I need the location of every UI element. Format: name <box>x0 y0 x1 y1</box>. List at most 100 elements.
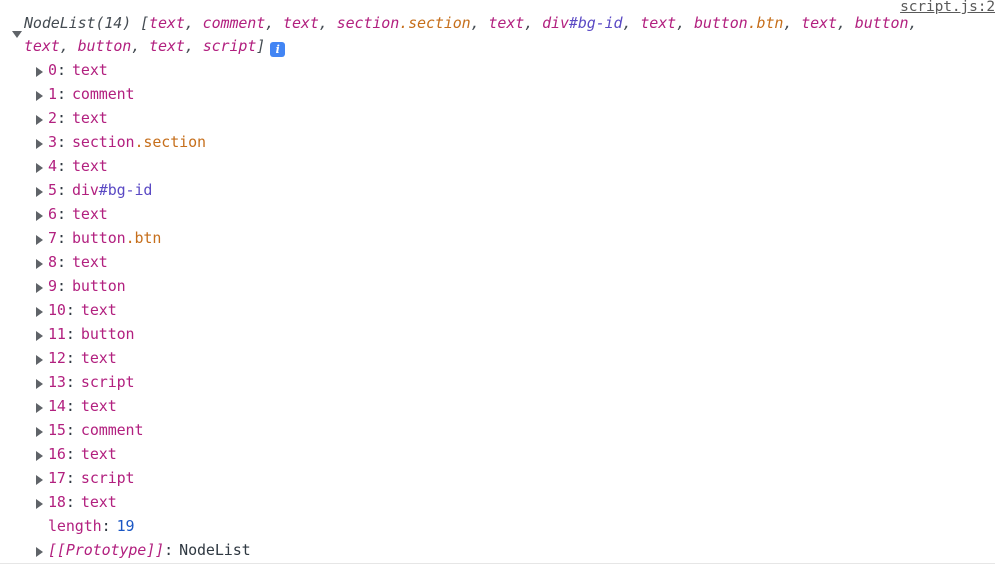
row-value: section.section <box>72 133 206 151</box>
preview-item-tag: text <box>488 14 525 32</box>
chevron-right-icon[interactable] <box>36 355 43 365</box>
row-node-tag: text <box>80 349 117 367</box>
row-colon: : <box>56 133 66 151</box>
row-value: NodeList <box>179 541 251 559</box>
row-node-tag: text <box>71 157 108 175</box>
property-row[interactable]: 14: text <box>0 394 995 418</box>
preview-separator: , <box>131 37 150 55</box>
chevron-right-icon[interactable] <box>36 427 43 437</box>
row-node-tag: script <box>80 373 135 391</box>
property-row[interactable]: 4: text <box>0 154 995 178</box>
row-value: text <box>72 61 108 79</box>
preview-item-tag: button <box>77 37 132 55</box>
row-value: text <box>72 157 108 175</box>
preview-item-tag: text <box>640 14 677 32</box>
property-row[interactable]: 17: script <box>0 466 995 490</box>
chevron-right-icon[interactable] <box>36 163 43 173</box>
row-node-tag: button <box>71 277 126 295</box>
chevron-right-icon[interactable] <box>36 67 43 77</box>
property-row[interactable]: 15: comment <box>0 418 995 442</box>
row-node-tag: text <box>80 493 117 511</box>
property-row[interactable]: [[Prototype]]: NodeList <box>0 538 995 562</box>
property-row[interactable]: 11: button <box>0 322 995 346</box>
chevron-right-icon[interactable] <box>36 475 43 485</box>
preview-separator: , <box>783 14 802 32</box>
chevron-right-icon[interactable] <box>36 235 43 245</box>
row-key: 11 <box>48 325 66 343</box>
row-key: 17 <box>48 469 66 487</box>
preview-separator: , <box>470 14 489 32</box>
chevron-right-icon[interactable] <box>36 91 43 101</box>
row-key: 12 <box>48 349 66 367</box>
property-row[interactable]: 5: div#bg-id <box>0 178 995 202</box>
row-node-tag: text <box>71 253 108 271</box>
property-row[interactable]: 1: comment <box>0 82 995 106</box>
property-row[interactable]: 6: text <box>0 202 995 226</box>
row-value: text <box>72 253 108 271</box>
chevron-right-icon[interactable] <box>36 283 43 293</box>
preview-close-bracket: ] <box>256 37 266 55</box>
row-value: button.btn <box>72 229 161 247</box>
row-key: [[Prototype]] <box>48 541 165 559</box>
console-group-header[interactable]: NodeList(14) [text, comment, text, secti… <box>0 12 995 58</box>
property-row[interactable]: 10: text <box>0 298 995 322</box>
row-value: text <box>81 493 117 511</box>
property-row[interactable]: 2: text <box>0 106 995 130</box>
preview-separator: , <box>184 14 203 32</box>
chevron-right-icon[interactable] <box>36 187 43 197</box>
row-node-tag: text <box>80 301 117 319</box>
row-colon: : <box>56 229 66 247</box>
row-node-tag: div <box>71 181 99 199</box>
row-key: 13 <box>48 373 66 391</box>
property-row[interactable]: 7: button.btn <box>0 226 995 250</box>
property-row[interactable]: 8: text <box>0 250 995 274</box>
info-icon[interactable]: i <box>270 42 286 57</box>
row-key: 7 <box>48 229 57 247</box>
row-colon: : <box>101 517 111 535</box>
property-row[interactable]: 9: button <box>0 274 995 298</box>
chevron-right-icon[interactable] <box>36 499 43 509</box>
preview-separator: , <box>524 14 543 32</box>
chevron-right-icon[interactable] <box>36 379 43 389</box>
preview-item-tag: text <box>283 14 319 32</box>
property-row[interactable]: 13: script <box>0 370 995 394</box>
row-colon: : <box>56 85 66 103</box>
row-node-tag: text <box>80 445 117 463</box>
property-row[interactable]: 0: text <box>0 58 995 82</box>
chevron-right-icon[interactable] <box>36 451 43 461</box>
property-row[interactable]: length: 19 <box>0 514 995 538</box>
row-key: 2 <box>48 109 57 127</box>
row-colon: : <box>65 469 75 487</box>
property-row-list: 0: text 1: comment 2: text 3: section.section 4:… <box>0 58 995 562</box>
row-node-tag: comment <box>80 421 144 439</box>
row-key: 14 <box>48 397 66 415</box>
property-row[interactable]: 16: text <box>0 442 995 466</box>
property-row[interactable]: 12: text <box>0 346 995 370</box>
chevron-right-icon[interactable] <box>36 403 43 413</box>
row-node-tag: text <box>71 109 108 127</box>
row-colon: : <box>65 397 75 415</box>
chevron-down-icon[interactable] <box>12 31 22 38</box>
chevron-right-icon[interactable] <box>36 547 43 557</box>
preview-separator: , <box>184 37 203 55</box>
row-key: 15 <box>48 421 66 439</box>
row-colon: : <box>56 109 66 127</box>
preview-separator: , <box>59 37 78 55</box>
row-value: comment <box>81 421 144 439</box>
chevron-right-icon[interactable] <box>36 331 43 341</box>
row-node-tag: text <box>80 397 117 415</box>
chevron-right-icon[interactable] <box>36 211 43 221</box>
row-key: 9 <box>48 277 57 295</box>
row-key: 18 <box>48 493 66 511</box>
chevron-right-icon[interactable] <box>36 115 43 125</box>
property-row[interactable]: 3: section.section <box>0 130 995 154</box>
chevron-right-icon[interactable] <box>36 139 43 149</box>
row-colon: : <box>56 61 66 79</box>
row-node-class: .section <box>134 133 206 151</box>
row-value: script <box>81 469 135 487</box>
chevron-right-icon[interactable] <box>36 307 43 317</box>
property-row[interactable]: 18: text <box>0 490 995 514</box>
row-colon: : <box>56 157 66 175</box>
row-key: 8 <box>48 253 57 271</box>
chevron-right-icon[interactable] <box>36 259 43 269</box>
